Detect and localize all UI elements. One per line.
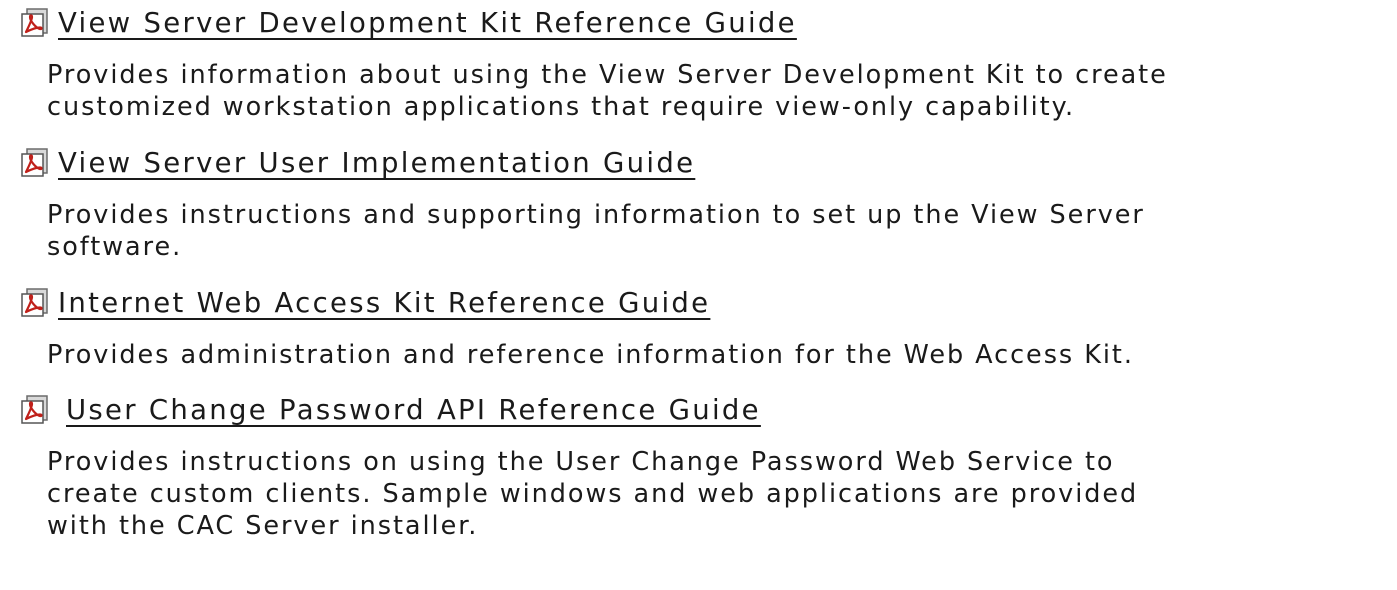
- description-line: Provides instructions and supporting inf…: [47, 200, 1145, 230]
- document-title-row: View Server Development Kit Reference Gu…: [0, 3, 1392, 43]
- document-entry: View Server User Implementation Guide Pr…: [0, 143, 1392, 263]
- pdf-icon[interactable]: [18, 6, 52, 40]
- document-entry: User Change Password API Reference Guide…: [0, 390, 1392, 542]
- description-line: create custom clients. Sample windows an…: [47, 479, 1139, 509]
- pdf-icon[interactable]: [18, 146, 52, 180]
- document-link[interactable]: User Change Password API Reference Guide: [66, 394, 761, 426]
- description-line: Provides administration and reference in…: [47, 340, 1134, 370]
- description-line: with the CAC Server installer.: [47, 511, 479, 541]
- document-link[interactable]: View Server Development Kit Reference Gu…: [58, 7, 797, 39]
- document-description: Provides information about using the Vie…: [47, 59, 1392, 123]
- document-entry: View Server Development Kit Reference Gu…: [0, 3, 1392, 123]
- document-link[interactable]: Internet Web Access Kit Reference Guide: [58, 287, 710, 319]
- document-title-row: User Change Password API Reference Guide: [0, 390, 1392, 430]
- description-line: software.: [47, 232, 183, 262]
- description-line: customized workstation applications that…: [47, 92, 1076, 122]
- description-line: Provides information about using the Vie…: [47, 60, 1168, 90]
- description-line: Provides instructions on using the User …: [47, 447, 1115, 477]
- document-description: Provides instructions and supporting inf…: [47, 199, 1392, 263]
- document-title-row: View Server User Implementation Guide: [0, 143, 1392, 183]
- document-title-row: Internet Web Access Kit Reference Guide: [0, 283, 1392, 323]
- pdf-icon[interactable]: [18, 393, 52, 427]
- document-entry: Internet Web Access Kit Reference Guide …: [0, 283, 1392, 371]
- document-description: Provides instructions on using the User …: [47, 446, 1392, 542]
- pdf-icon[interactable]: [18, 286, 52, 320]
- document-description: Provides administration and reference in…: [47, 339, 1392, 371]
- document-link[interactable]: View Server User Implementation Guide: [58, 147, 695, 179]
